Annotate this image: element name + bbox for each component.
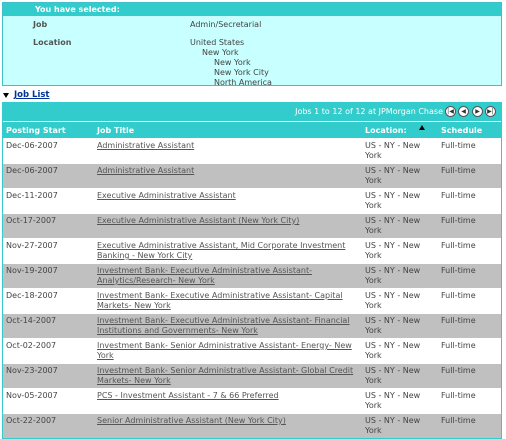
table-row: Nov-23-2007 Investment Bank- Senior Admin… (3, 363, 501, 388)
table-row: Nov-05-2007 PCS - Investment Assistant - … (3, 388, 501, 413)
job-schedule: Full-time (441, 166, 476, 175)
selection-header: You have selected: (3, 3, 501, 16)
col-posting-start[interactable]: Posting Start (6, 126, 66, 135)
job-location: US - NY - New York (365, 416, 421, 435)
results-count: Jobs 1 to 12 of 12 at JPMorgan Chase (295, 107, 443, 116)
next-page-icon[interactable]: ▶ (472, 106, 483, 117)
job-schedule: Full-time (441, 391, 476, 400)
collapse-triangle-icon[interactable] (3, 92, 9, 98)
job-location: US - NY - New York (365, 341, 421, 360)
job-location: US - NY - New York (365, 216, 421, 235)
job-title-cell: Investment Bank- Executive Administrativ… (97, 291, 357, 311)
posting-date: Oct-17-2007 (6, 216, 57, 225)
job-location: US - NY - New York (365, 366, 421, 385)
job-schedule: Full-time (441, 191, 476, 200)
job-title-link[interactable]: Senior Administrative Assistant (New Yor… (97, 416, 286, 425)
last-page-icon[interactable]: ▶| (485, 106, 496, 117)
prev-page-icon[interactable]: ◀ (458, 106, 469, 117)
job-location: US - NY - New York (365, 166, 421, 185)
posting-date: Dec-06-2007 (6, 141, 58, 150)
job-title-cell: Investment Bank- Senior Administrative A… (97, 341, 357, 361)
table-row: Dec-11-2007 Executive Administrative Assi… (3, 188, 501, 213)
job-schedule: Full-time (441, 241, 476, 250)
table-row: Nov-27-2007 Executive Administrative Assi… (3, 238, 501, 263)
job-location: US - NY - New York (365, 266, 421, 285)
job-location: US - NY - New York (365, 191, 421, 210)
job-title-link[interactable]: Investment Bank- Executive Administrativ… (97, 266, 312, 285)
location-country: United States (190, 38, 245, 47)
posting-date: Nov-23-2007 (6, 366, 58, 375)
job-title-cell: Executive Administrative Assistant, Mid … (97, 241, 357, 261)
table-row: Dec-06-2007 Administrative Assistant US - … (3, 138, 501, 163)
job-location: US - NY - New York (365, 391, 421, 410)
posting-date: Nov-05-2007 (6, 391, 58, 400)
col-location[interactable]: Location: (365, 126, 407, 135)
job-schedule: Full-time (441, 316, 476, 325)
posting-date: Oct-02-2007 (6, 341, 57, 350)
job-title-link[interactable]: Investment Bank- Senior Administrative A… (97, 341, 352, 360)
job-title-link[interactable]: Executive Administrative Assistant, Mid … (97, 241, 345, 260)
job-location: US - NY - New York (365, 241, 421, 260)
first-page-icon[interactable]: |◀ (445, 106, 456, 117)
posting-date: Oct-22-2007 (6, 416, 57, 425)
job-title-link[interactable]: Investment Bank- Executive Administrativ… (97, 316, 350, 335)
job-location: US - NY - New York (365, 291, 421, 310)
table-body: Dec-06-2007 Administrative Assistant US - … (3, 138, 501, 438)
job-title-link[interactable]: Executive Administrative Assistant (97, 191, 236, 200)
sort-ascending-icon[interactable] (419, 125, 425, 130)
job-title-cell: Administrative Assistant (97, 166, 357, 176)
job-value: Admin/Secretarial (190, 20, 262, 29)
table-row: Oct-02-2007 Investment Bank- Senior Admin… (3, 338, 501, 363)
job-list-link[interactable]: Job List (14, 90, 50, 100)
job-title-cell: PCS - Investment Assistant - 7 & 66 Pref… (97, 391, 357, 401)
job-title-cell: Executive Administrative Assistant (New … (97, 216, 357, 226)
posting-date: Nov-19-2007 (6, 266, 58, 275)
job-title-link[interactable]: PCS - Investment Assistant - 7 & 66 Pref… (97, 391, 279, 400)
table-row: Nov-19-2007 Investment Bank- Executive Ad… (3, 263, 501, 288)
col-job-title[interactable]: Job Title (97, 126, 134, 135)
table-row: Dec-06-2007 Administrative Assistant US - … (3, 163, 501, 188)
location-state: New York (202, 48, 239, 57)
job-title-cell: Administrative Assistant (97, 141, 357, 151)
location-continent: North America (214, 78, 272, 87)
job-schedule: Full-time (441, 366, 476, 375)
table-header: Posting Start Job Title Location: Schedu… (3, 121, 501, 138)
job-location: US - NY - New York (365, 316, 421, 335)
job-label: Job (33, 20, 48, 29)
location-region: New York (214, 58, 251, 67)
job-title-cell: Executive Administrative Assistant (97, 191, 357, 201)
job-title-link[interactable]: Administrative Assistant (97, 166, 194, 175)
job-schedule: Full-time (441, 291, 476, 300)
job-schedule: Full-time (441, 216, 476, 225)
posting-date: Oct-14-2007 (6, 316, 57, 325)
job-title-link[interactable]: Investment Bank- Senior Administrative A… (97, 366, 353, 385)
location-city: New York City (214, 68, 269, 77)
posting-date: Dec-18-2007 (6, 291, 58, 300)
job-title-cell: Investment Bank- Executive Administrativ… (97, 266, 357, 286)
job-title-cell: Senior Administrative Assistant (New Yor… (97, 416, 357, 426)
table-row: Oct-14-2007 Investment Bank- Executive Ad… (3, 313, 501, 338)
table-row: Dec-18-2007 Investment Bank- Executive Ad… (3, 288, 501, 313)
col-schedule[interactable]: Schedule (441, 126, 482, 135)
posting-date: Dec-06-2007 (6, 166, 58, 175)
pagination-bar: Jobs 1 to 12 of 12 at JPMorgan Chase |◀ … (3, 103, 501, 121)
job-results-table: Jobs 1 to 12 of 12 at JPMorgan Chase |◀ … (2, 102, 502, 439)
location-label: Location (33, 38, 72, 47)
job-schedule: Full-time (441, 266, 476, 275)
posting-date: Dec-11-2007 (6, 191, 58, 200)
job-schedule: Full-time (441, 416, 476, 425)
job-location: US - NY - New York (365, 141, 421, 160)
job-title-link[interactable]: Executive Administrative Assistant (New … (97, 216, 299, 225)
job-title-cell: Investment Bank- Executive Administrativ… (97, 316, 357, 336)
job-title-link[interactable]: Investment Bank- Executive Administrativ… (97, 291, 343, 310)
table-row: Oct-17-2007 Executive Administrative Assi… (3, 213, 501, 238)
job-schedule: Full-time (441, 341, 476, 350)
table-row: Oct-22-2007 Senior Administrative Assista… (3, 413, 501, 438)
job-list-toggle[interactable]: Job List (3, 90, 50, 100)
job-schedule: Full-time (441, 141, 476, 150)
selection-summary: You have selected: Job Admin/Secretarial… (2, 2, 502, 87)
job-title-link[interactable]: Administrative Assistant (97, 141, 194, 150)
posting-date: Nov-27-2007 (6, 241, 58, 250)
job-title-cell: Investment Bank- Senior Administrative A… (97, 366, 357, 386)
